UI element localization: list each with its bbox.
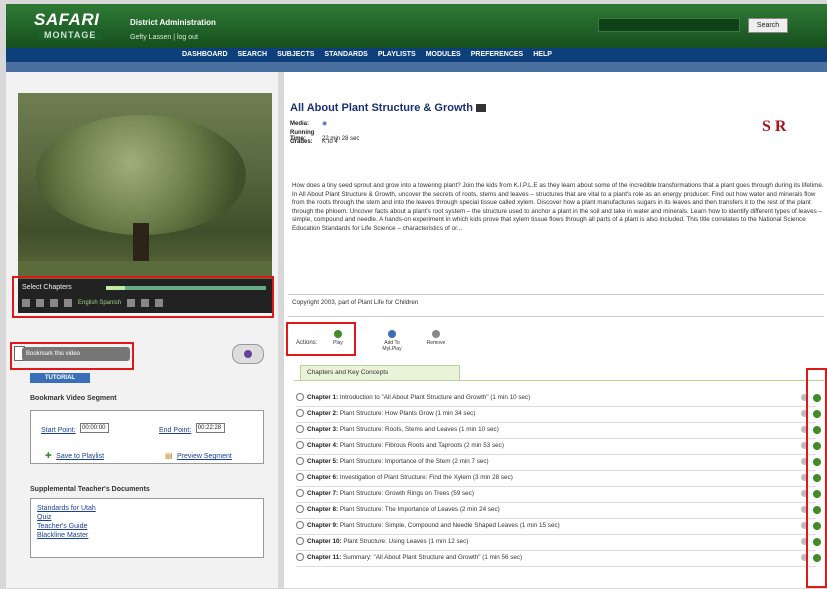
expand-icon[interactable] bbox=[296, 473, 304, 482]
nav-modules[interactable]: MODULES bbox=[426, 48, 461, 62]
start-point-field[interactable]: 00:00:00 bbox=[80, 422, 110, 433]
video-player[interactable] bbox=[18, 93, 272, 279]
nav-help[interactable]: HELP bbox=[533, 48, 552, 62]
search-button[interactable]: Search bbox=[748, 18, 788, 33]
grades-row: Grades: K to 4 bbox=[290, 139, 338, 145]
chapter-row[interactable]: Chapter 7: Plant Structure: Growth Rings… bbox=[296, 486, 816, 503]
chapter-row[interactable]: Chapter 11: Summary: "All About Plant St… bbox=[296, 550, 816, 567]
nav-subjects[interactable]: SUBJECTS bbox=[277, 48, 314, 62]
highlight-bookmark bbox=[10, 342, 134, 370]
expand-icon[interactable] bbox=[296, 521, 304, 530]
doc-blackline-master-link[interactable]: Blackline Master bbox=[37, 531, 96, 540]
main-nav: DASHBOARD SEARCH SUBJECTS STANDARDS PLAY… bbox=[6, 48, 827, 62]
tree-image bbox=[36, 115, 246, 235]
closed-caption-icon bbox=[475, 104, 486, 113]
expand-icon[interactable] bbox=[296, 537, 304, 546]
search-input[interactable] bbox=[598, 18, 740, 32]
highlight-player-controls bbox=[12, 276, 274, 318]
user-line[interactable]: Gefty Lassen | log out bbox=[130, 34, 198, 41]
chapter-row[interactable]: Chapter 5: Plant Structure: Importance o… bbox=[296, 454, 816, 471]
doc-teachers-guide-link[interactable]: Teacher's Guide bbox=[37, 522, 96, 531]
logo-safari[interactable]: SAFARI bbox=[34, 10, 99, 30]
save-to-playlist-link[interactable]: Save to Playlist bbox=[56, 453, 104, 460]
teacher-docs-title: Supplemental Teacher's Documents bbox=[30, 486, 150, 493]
chapter-row[interactable]: Chapter 2: Plant Structure: How Plants G… bbox=[296, 406, 816, 423]
video-title: All About Plant Structure & Growth bbox=[290, 102, 486, 114]
expand-icon[interactable] bbox=[296, 441, 304, 450]
expand-icon[interactable] bbox=[296, 393, 304, 402]
chapter-row[interactable]: Chapter 8: Plant Structure: The Importan… bbox=[296, 502, 816, 519]
chapter-row[interactable]: Chapter 1: Introduction to "All About Pl… bbox=[296, 390, 816, 407]
expand-icon[interactable] bbox=[296, 553, 304, 562]
logo-montage[interactable]: MONTAGE bbox=[38, 30, 103, 40]
expand-icon[interactable] bbox=[296, 457, 304, 466]
bookmark-segment-title: Bookmark Video Segment bbox=[30, 395, 117, 402]
chapter-row[interactable]: Chapter 4: Plant Structure: Fibrous Root… bbox=[296, 438, 816, 455]
chapter-row[interactable]: Chapter 9: Plant Structure: Simple, Comp… bbox=[296, 518, 816, 535]
nav-standards[interactable]: STANDARDS bbox=[324, 48, 367, 62]
tutorial-button[interactable]: TUTORIAL bbox=[30, 373, 90, 383]
media-options-button[interactable] bbox=[232, 344, 264, 364]
add-icon bbox=[388, 330, 396, 338]
expand-icon[interactable] bbox=[296, 505, 304, 514]
district-name: District Administration bbox=[130, 18, 216, 27]
sub-bar bbox=[6, 62, 827, 72]
media-row: Media: ◉ bbox=[290, 121, 328, 127]
publisher-logo: S R bbox=[762, 118, 787, 135]
nav-playlists[interactable]: PLAYLISTS bbox=[378, 48, 416, 62]
preview-segment-link[interactable]: Preview Segment bbox=[177, 453, 232, 460]
add-to-playlist-action[interactable]: Add To MyLPlay bbox=[380, 330, 404, 352]
video-description: How does a tiny seed sprout and grow int… bbox=[292, 182, 824, 232]
preview-icon: ▤ bbox=[165, 451, 173, 460]
expand-icon[interactable] bbox=[296, 409, 304, 418]
doc-standards-link[interactable]: Standards for Utah bbox=[37, 504, 96, 513]
app-header: SAFARI MONTAGE District Administration G… bbox=[6, 4, 827, 48]
start-point-label[interactable]: Start Point: bbox=[41, 427, 76, 434]
divider bbox=[288, 294, 824, 295]
expand-icon[interactable] bbox=[296, 425, 304, 434]
expand-icon[interactable] bbox=[296, 489, 304, 498]
remove-action[interactable]: Remove bbox=[424, 330, 448, 346]
video-media-icon: ◉ bbox=[322, 121, 328, 127]
bookmark-segment-panel: Start Point: 00:00:00 End Point: 00:22:2… bbox=[30, 410, 264, 464]
playlist-icon: ✚ bbox=[45, 451, 52, 460]
highlight-chapter-play bbox=[806, 368, 827, 588]
tab-chapters-key-concepts[interactable]: Chapters and Key Concepts bbox=[300, 365, 460, 381]
nav-dashboard[interactable]: DASHBOARD bbox=[182, 48, 228, 62]
divider bbox=[288, 316, 824, 317]
nav-preferences[interactable]: PREFERENCES bbox=[471, 48, 524, 62]
nav-search[interactable]: SEARCH bbox=[238, 48, 268, 62]
copyright-text: Copyright 2003, part of Plant Life for C… bbox=[292, 299, 419, 306]
highlight-actions bbox=[286, 322, 356, 356]
doc-quiz-link[interactable]: Quiz bbox=[37, 513, 96, 522]
chapter-row[interactable]: Chapter 10: Plant Structure: Using Leave… bbox=[296, 534, 816, 551]
chapter-row[interactable]: Chapter 3: Plant Structure: Roots, Stems… bbox=[296, 422, 816, 439]
end-point-field[interactable]: 00:22:28 bbox=[195, 422, 225, 433]
teacher-docs-panel: Standards for Utah Quiz Teacher's Guide … bbox=[30, 498, 264, 558]
chapter-row[interactable]: Chapter 6: Investigation of Plant Struct… bbox=[296, 470, 816, 487]
end-point-label[interactable]: End Point: bbox=[159, 427, 191, 434]
remove-icon bbox=[432, 330, 440, 338]
